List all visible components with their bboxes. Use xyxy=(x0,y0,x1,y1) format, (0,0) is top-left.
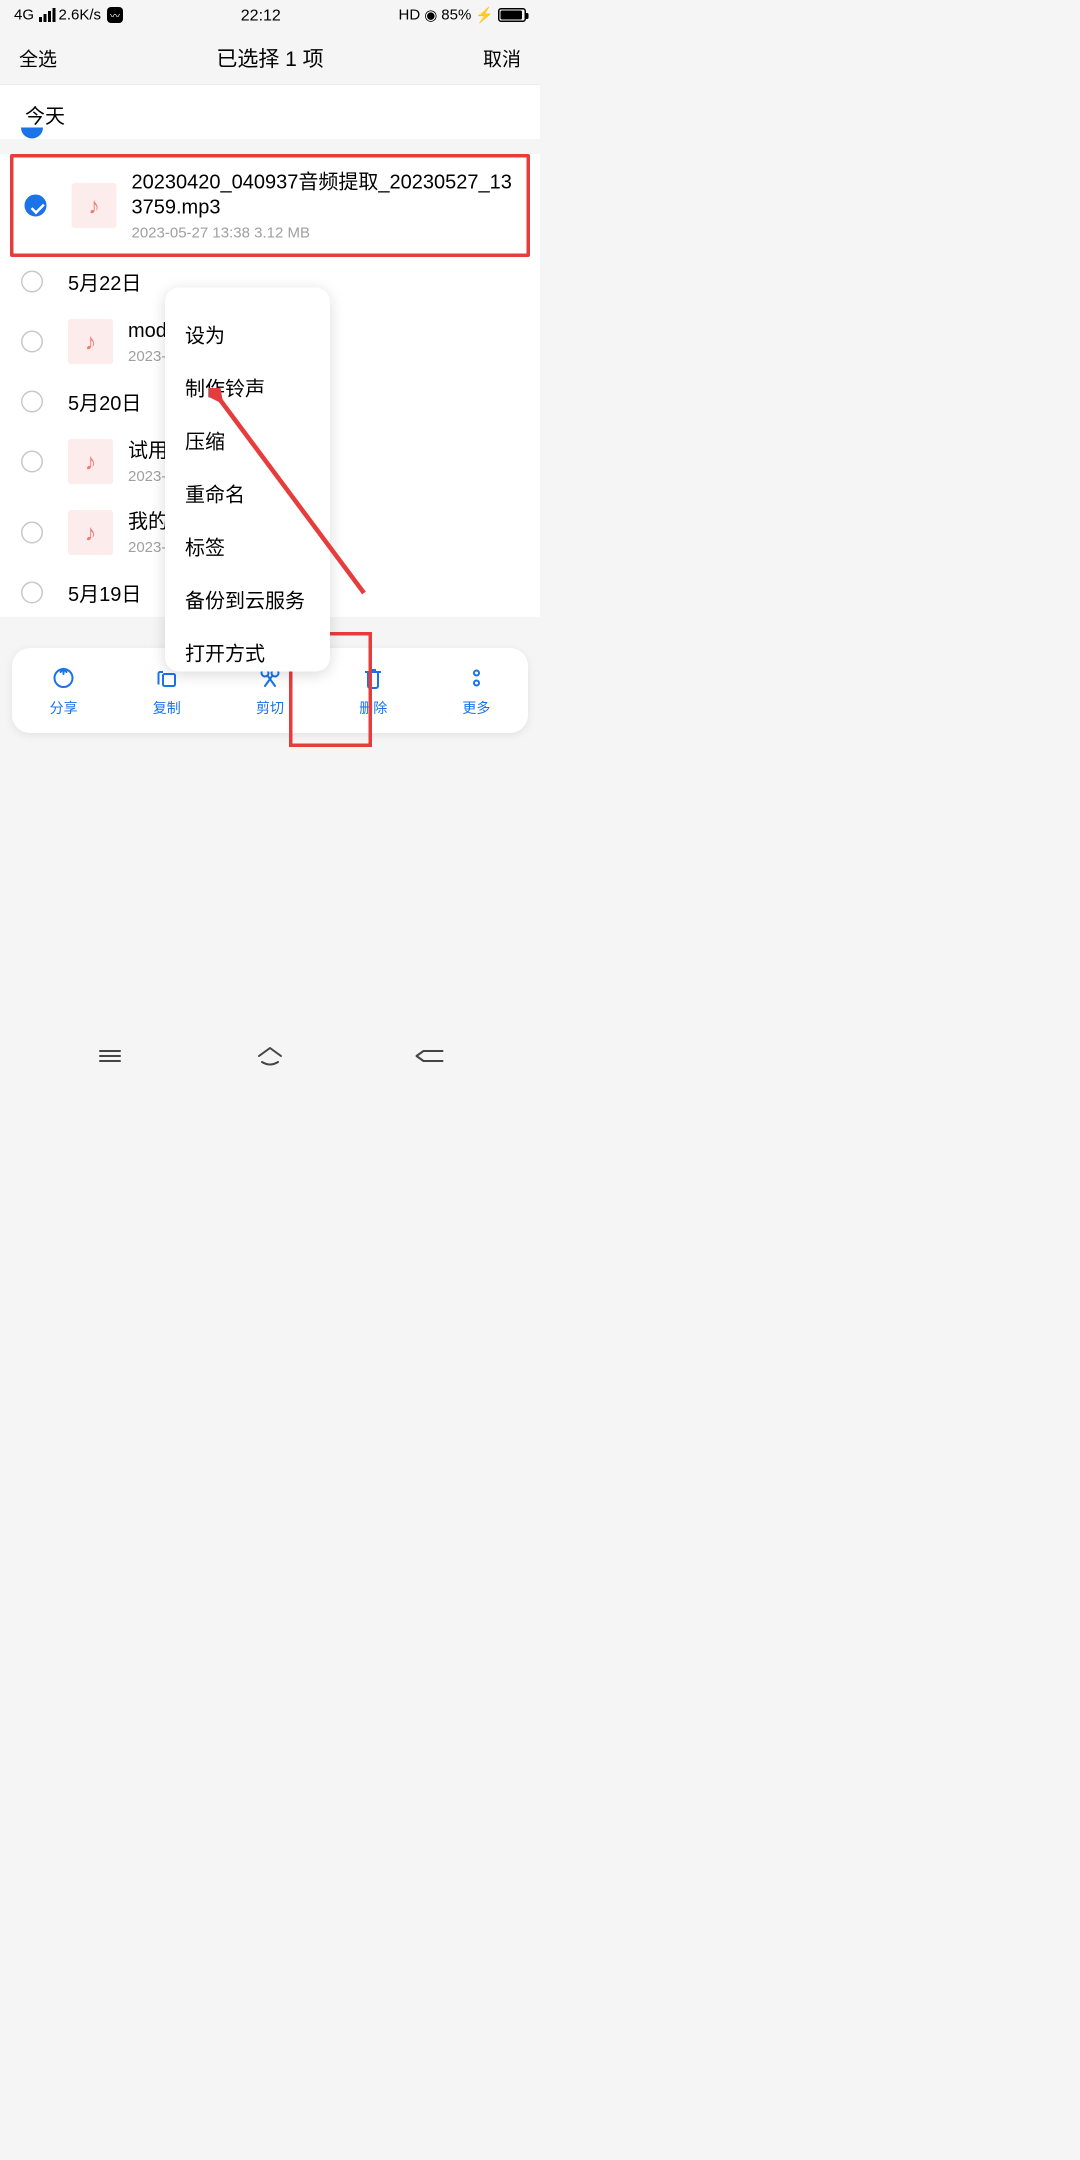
select-all-button[interactable]: 全选 xyxy=(19,44,57,72)
status-bar: 4G 2.6K/s 〰 22:12 HD ◉ 85% ⚡ xyxy=(0,0,540,30)
system-nav-bar xyxy=(0,1032,540,1080)
share-label: 分享 xyxy=(50,698,78,718)
wifi-icon: ◉ xyxy=(424,6,437,24)
date-label: 5月22日 xyxy=(68,267,141,296)
network-type: 4G xyxy=(14,7,34,24)
hd-indicator: HD xyxy=(399,7,421,24)
previous-item-peek xyxy=(21,128,43,139)
popup-compress[interactable]: 压缩 xyxy=(165,414,330,467)
selection-title: 已选择 1 项 xyxy=(216,42,323,73)
popup-tags[interactable]: 标签 xyxy=(165,520,330,573)
checkbox[interactable] xyxy=(21,522,43,544)
charging-icon: ⚡ xyxy=(475,6,494,24)
more-button[interactable]: 更多 xyxy=(425,648,528,733)
nav-recents-button[interactable] xyxy=(90,1046,130,1066)
battery-percentage: 85% xyxy=(441,7,471,24)
more-label: 更多 xyxy=(462,698,490,718)
audio-file-icon: ♪ xyxy=(68,439,113,484)
audio-file-icon: ♪ xyxy=(72,183,117,228)
audio-file-icon: ♪ xyxy=(68,510,113,555)
checkbox[interactable] xyxy=(21,391,43,413)
popup-make-ringtone[interactable]: 制作铃声 xyxy=(165,361,330,414)
trash-icon xyxy=(359,664,388,693)
popup-rename[interactable]: 重命名 xyxy=(165,467,330,520)
share-icon xyxy=(49,664,78,693)
checkbox[interactable] xyxy=(21,331,43,353)
checkbox[interactable] xyxy=(21,271,43,293)
checkbox-checked[interactable] xyxy=(25,195,47,217)
cancel-button[interactable]: 取消 xyxy=(483,44,521,72)
signal-icon xyxy=(39,8,56,22)
delete-button[interactable]: 删除 xyxy=(322,648,425,733)
clock: 22:12 xyxy=(123,6,398,25)
network-speed: 2.6K/s xyxy=(59,7,102,24)
nav-home-button[interactable] xyxy=(250,1046,290,1066)
copy-label: 复制 xyxy=(153,698,181,718)
checkbox[interactable] xyxy=(21,582,43,604)
file-name: 20230420_040937音频提取_20230527_133759.mp3 xyxy=(132,170,520,220)
date-label: 5月20日 xyxy=(68,387,141,416)
checkbox[interactable] xyxy=(21,451,43,473)
file-info: 2023-05-27 13:38 3.12 MB xyxy=(132,225,520,242)
file-row-selected[interactable]: ♪ 20230420_040937音频提取_20230527_133759.mp… xyxy=(10,154,530,257)
cut-label: 剪切 xyxy=(256,698,284,718)
section-header-today: 今天 xyxy=(0,85,540,139)
popup-backup-cloud[interactable]: 备份到云服务 xyxy=(165,573,330,626)
more-options-popup: 设为 制作铃声 压缩 重命名 标签 备份到云服务 打开方式 xyxy=(165,288,330,672)
popup-open-with[interactable]: 打开方式 xyxy=(165,626,330,667)
date-label: 5月19日 xyxy=(68,578,141,607)
share-button[interactable]: 分享 xyxy=(12,648,115,733)
delete-label: 删除 xyxy=(359,698,387,718)
app-badge-icon: 〰 xyxy=(107,7,123,23)
more-icon xyxy=(462,664,491,693)
nav-back-button[interactable] xyxy=(410,1046,450,1066)
battery-icon xyxy=(498,8,526,22)
popup-set-as[interactable]: 设为 xyxy=(165,308,330,361)
selection-app-bar: 全选 已选择 1 项 取消 xyxy=(0,30,540,85)
audio-file-icon: ♪ xyxy=(68,319,113,364)
